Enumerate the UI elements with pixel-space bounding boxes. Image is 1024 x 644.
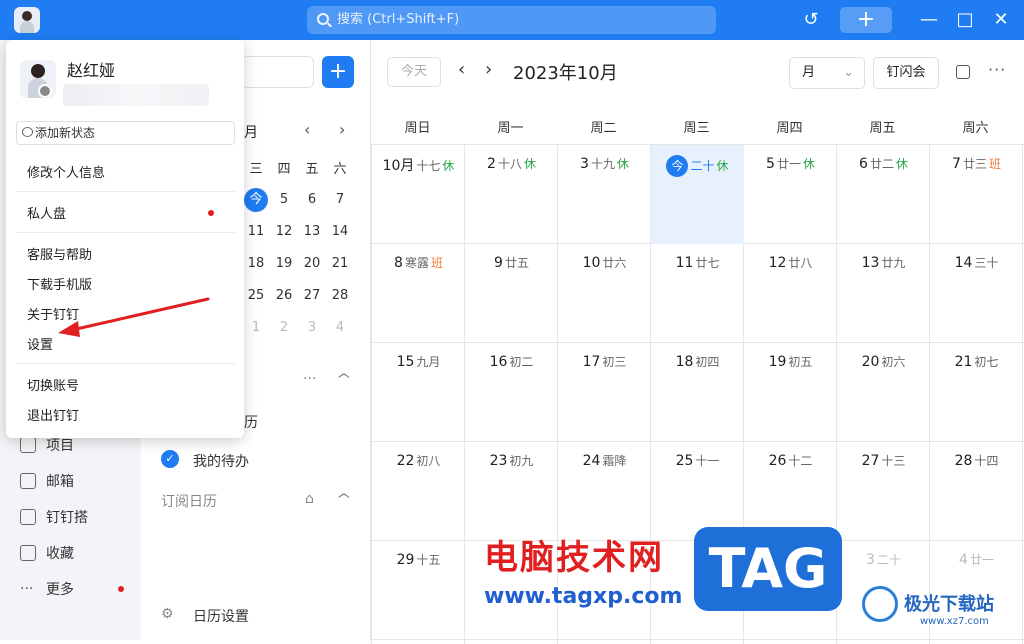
tag-logo: TAG	[694, 527, 842, 611]
watermark-site-name: 电脑技术网	[484, 538, 664, 578]
xz-site-url: www.xz7.com	[920, 616, 989, 627]
watermark-url: www.tagxp.com	[484, 584, 683, 609]
xz-logo-icon	[862, 586, 898, 622]
xz-site-name: 极光下载站	[904, 594, 994, 615]
